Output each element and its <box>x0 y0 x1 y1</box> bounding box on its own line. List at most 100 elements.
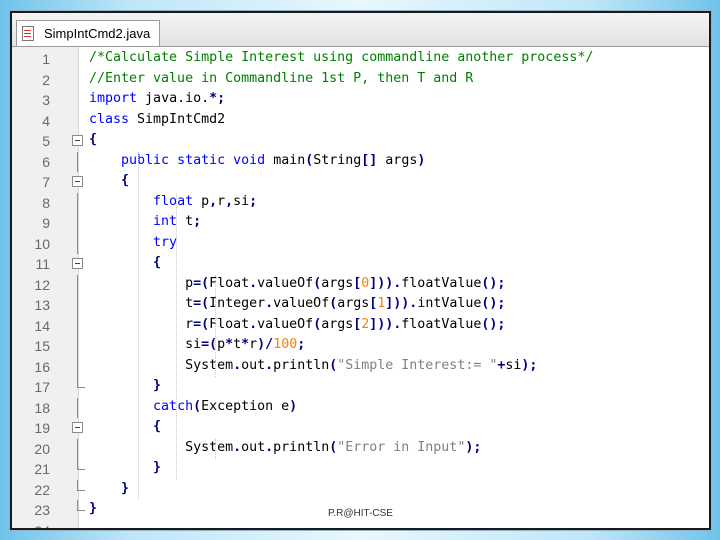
code-text: try <box>153 234 178 250</box>
code-text: si=(p*t*r)/100; <box>89 337 306 352</box>
fold-guide <box>77 438 78 459</box>
fold-end-marker <box>77 479 85 491</box>
line-number: 21 <box>34 461 50 477</box>
code-text: { <box>153 255 162 270</box>
code-text: r=(Float.valueOf(args[2])).floatValue(); <box>89 316 506 332</box>
code-line[interactable]: 16 System.out.println("Simple Interest:=… <box>12 356 709 377</box>
code-line[interactable]: 10 try <box>12 233 709 254</box>
tab-simpintcmd2[interactable]: SimpIntCmd2.java <box>16 20 160 46</box>
code-line[interactable]: 11 { <box>12 254 709 275</box>
code-line[interactable]: 24 <box>12 521 709 529</box>
fold-toggle-icon[interactable] <box>72 176 83 187</box>
code-editor[interactable]: 1 /*Calculate Simple Interest using comma… <box>12 47 709 528</box>
code-line[interactable]: 17 } <box>12 377 709 398</box>
line-number: 15 <box>34 338 50 354</box>
code-text: import java.io.*; <box>89 91 226 106</box>
code-text: int t; <box>153 214 202 229</box>
code-text: //Enter value in Commandline 1st P, then… <box>89 70 474 86</box>
tab-bar: SimpIntCmd2.java <box>12 13 709 47</box>
code-line[interactable]: 19 { <box>12 418 709 439</box>
fold-toggle-icon[interactable] <box>72 258 83 269</box>
code-line[interactable]: 15 si=(p*t*r)/100; <box>12 336 709 357</box>
fold-guide <box>77 151 78 172</box>
footer-credit: P.R@HIT-CSE <box>328 508 393 519</box>
indent-guide <box>215 274 216 377</box>
line-number: 22 <box>34 481 50 498</box>
code-line[interactable]: 6 public static void main(String[] args) <box>12 151 709 172</box>
fold-guide <box>77 315 78 336</box>
line-number: 11 <box>35 256 50 272</box>
code-line[interactable]: 3 import java.io.*; <box>12 90 709 111</box>
tab-label: SimpIntCmd2.java <box>44 26 151 41</box>
code-text: float p,r,si; <box>153 193 258 209</box>
code-text: } <box>89 501 98 516</box>
line-number: 18 <box>34 399 50 416</box>
fold-toggle-icon[interactable] <box>72 422 83 433</box>
fold-end-marker <box>77 500 85 511</box>
fold-guide <box>77 274 78 295</box>
fold-guide <box>77 336 78 357</box>
code-text: } <box>121 480 130 496</box>
code-area[interactable]: 1 /*Calculate Simple Interest using comma… <box>12 47 709 528</box>
file-icon <box>21 25 37 42</box>
line-number: 8 <box>42 194 50 211</box>
code-text: System.out.println("Error in Input"); <box>89 439 482 455</box>
line-number: 5 <box>42 133 50 149</box>
code-line[interactable]: 21 } <box>12 459 709 480</box>
fold-guide <box>77 192 78 213</box>
code-line[interactable]: 12 p=(Float.valueOf(args[0])).floatValue… <box>12 274 709 295</box>
fold-guide <box>77 233 78 254</box>
fold-guide <box>77 213 78 234</box>
code-text: { <box>153 419 162 434</box>
code-text: { <box>121 173 130 188</box>
code-line[interactable]: 2 //Enter value in Commandline 1st P, the… <box>12 70 709 91</box>
fold-guide <box>77 356 78 377</box>
fold-toggle-icon[interactable] <box>72 135 83 146</box>
line-number: 7 <box>42 174 50 190</box>
code-text: } <box>153 378 162 393</box>
code-text: /*Calculate Simple Interest using comman… <box>89 50 594 65</box>
code-line[interactable]: 13 t=(Integer.valueOf(args[1])).intValue… <box>12 295 709 316</box>
fold-guide <box>77 295 78 316</box>
code-line[interactable]: 18 catch(Exception e) <box>12 397 709 418</box>
indent-guide <box>176 192 177 480</box>
line-number: 23 <box>34 502 50 518</box>
code-line[interactable]: 5{ <box>12 131 709 152</box>
line-number: 17 <box>34 379 50 395</box>
code-text: catch(Exception e) <box>153 398 298 414</box>
line-number: 13 <box>34 297 50 313</box>
code-line[interactable]: 22 } <box>12 479 709 501</box>
code-line[interactable]: 7 { <box>12 172 709 193</box>
code-line[interactable]: 20 System.out.println("Error in Input"); <box>12 438 709 459</box>
code-line[interactable]: 1 /*Calculate Simple Interest using comma… <box>12 49 709 70</box>
code-text: System.out.println("Simple Interest:= "+… <box>89 357 538 373</box>
line-number: 10 <box>34 235 50 252</box>
line-number: 16 <box>34 358 50 375</box>
line-number: 9 <box>42 215 50 231</box>
line-number: 24 <box>12 523 50 529</box>
line-number: 4 <box>42 112 50 129</box>
code-line[interactable]: 8 float p,r,si; <box>12 192 709 213</box>
line-number: 12 <box>34 276 50 293</box>
line-number: 14 <box>34 317 50 334</box>
code-text: { <box>89 132 98 147</box>
editor-window: SimpIntCmd2.java 1 /*Calculate Simple Int… <box>10 11 711 530</box>
indent-guide <box>138 151 139 500</box>
line-number: 2 <box>42 71 50 88</box>
code-text: t=(Integer.valueOf(args[1])).intValue(); <box>89 296 506 311</box>
indent-guide <box>215 438 216 459</box>
fold-end-marker <box>77 459 85 470</box>
code-line[interactable]: 4 class SimpIntCmd2 <box>12 111 709 132</box>
code-line[interactable]: 9 int t; <box>12 213 709 234</box>
code-text: p=(Float.valueOf(args[0])).floatValue(); <box>89 275 506 291</box>
fold-end-marker <box>77 377 85 388</box>
code-line[interactable]: 14 r=(Float.valueOf(args[2])).floatValue… <box>12 315 709 336</box>
line-number: 3 <box>42 92 50 108</box>
line-number: 1 <box>42 51 50 67</box>
fold-guide <box>77 397 78 418</box>
line-number: 20 <box>34 440 50 457</box>
code-text: public static void main(String[] args) <box>121 152 426 168</box>
line-number: 6 <box>42 153 50 170</box>
code-text: } <box>153 460 162 475</box>
line-number: 19 <box>34 420 50 436</box>
